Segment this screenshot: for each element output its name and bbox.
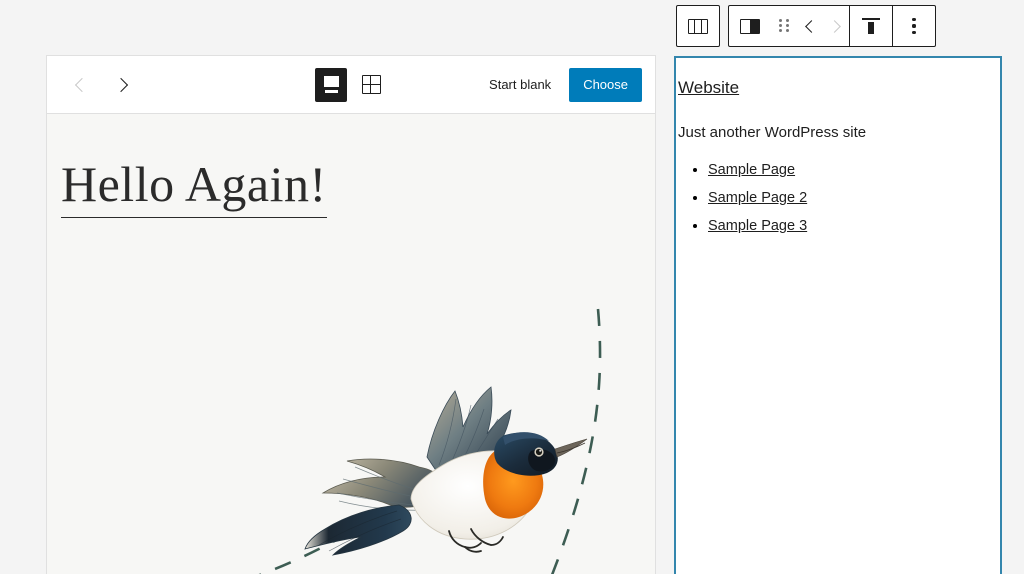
single-layout-icon <box>321 73 341 97</box>
move-up-button[interactable] <box>797 6 823 46</box>
menu-link-sample-page-3[interactable]: Sample Page 3 <box>708 218 807 234</box>
site-title-link[interactable]: Website <box>678 78 739 98</box>
chevron-left-icon <box>805 19 818 33</box>
drag-handle-icon <box>779 19 789 33</box>
chevron-left-icon <box>74 77 89 92</box>
chevron-right-icon <box>113 77 128 92</box>
list-item: Sample Page <box>708 161 1000 179</box>
move-down-button[interactable] <box>823 6 849 46</box>
document-overview-group <box>676 5 720 47</box>
align-top-icon <box>862 18 880 34</box>
menu-link-sample-page-2[interactable]: Sample Page 2 <box>708 190 807 206</box>
menu-link-sample-page[interactable]: Sample Page <box>708 162 795 178</box>
pattern-preview-canvas[interactable]: Hello Again! <box>47 114 655 574</box>
columns-icon <box>688 18 708 34</box>
app-root: Start blank Choose Hello Again! Website … <box>0 0 1024 574</box>
block-type-switcher[interactable] <box>729 6 771 46</box>
kebab-menu-icon <box>912 18 916 34</box>
document-overview-toggle[interactable] <box>677 6 719 46</box>
block-toolbar <box>676 5 936 47</box>
pattern-modal-header: Start blank Choose <box>47 56 655 114</box>
grid-layout-icon <box>361 75 381 94</box>
block-controls-group <box>728 5 936 47</box>
choose-button[interactable]: Choose <box>569 67 642 102</box>
list-item: Sample Page 2 <box>708 189 1000 207</box>
site-menu-list: Sample Page Sample Page 2 Sample Page 3 <box>678 161 1000 235</box>
site-preview-panel: Website Just another WordPress site Samp… <box>674 56 1002 574</box>
next-pattern-button[interactable] <box>109 72 135 98</box>
half-block-icon <box>740 18 760 34</box>
grid-view-button[interactable] <box>355 68 387 102</box>
start-blank-button[interactable]: Start blank <box>485 71 555 98</box>
drag-handle[interactable] <box>771 6 797 46</box>
site-tagline: Just another WordPress site <box>678 124 867 141</box>
chevron-right-icon <box>828 19 841 33</box>
view-mode-toggles <box>315 67 387 102</box>
pattern-chooser-modal: Start blank Choose Hello Again! <box>46 55 656 574</box>
more-options-button[interactable] <box>893 6 935 46</box>
pattern-modal-actions: Start blank Choose <box>485 67 642 102</box>
site-preview-content: Website Just another WordPress site Samp… <box>676 72 1000 235</box>
flying-bird-illustration <box>299 379 589 574</box>
pattern-navigation <box>67 72 135 98</box>
align-button[interactable] <box>850 6 892 46</box>
previous-pattern-button[interactable] <box>67 72 93 98</box>
single-view-button[interactable] <box>315 67 347 102</box>
list-item: Sample Page 3 <box>708 217 1000 235</box>
